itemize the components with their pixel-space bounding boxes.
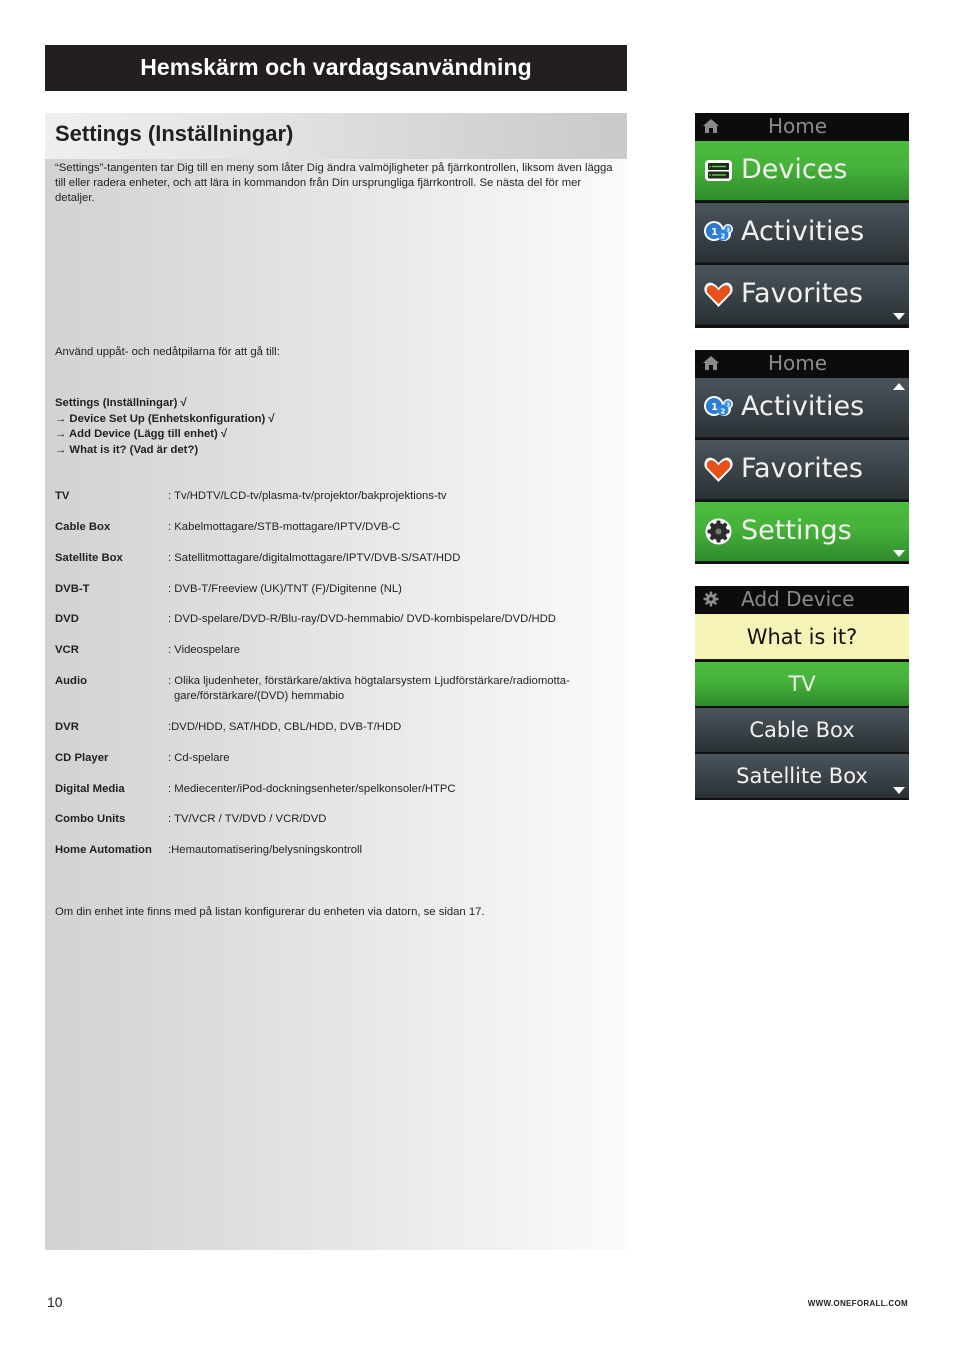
svg-text:2: 2	[721, 233, 726, 241]
svg-text:1: 1	[711, 402, 718, 413]
device-description: :DVD/HDD, SAT/HDD, CBL/HDD, DVB-T/HDD	[168, 721, 402, 733]
device-name: CD Player	[55, 752, 109, 764]
section-header: Settings (Inställningar)	[45, 113, 627, 159]
device-description: : TV/VCR / TV/DVD / VCR/DVD	[168, 813, 327, 825]
menu-item-activities[interactable]: 123 Activities	[695, 378, 909, 438]
gear-icon	[703, 591, 719, 607]
menu-path-step: → Add Device (Lägg till enhet) √	[55, 428, 228, 440]
remote-screen-home-devices: Home Devices 123 Activities Favorites	[695, 113, 909, 328]
device-name: Audio	[55, 675, 87, 687]
menu-path-step: → Device Set Up (Enhetskonfiguration) √	[55, 412, 275, 425]
section-title: Settings (Inställningar)	[55, 121, 294, 146]
activities-icon: 1 23	[704, 221, 733, 241]
device-name: Home Automation	[55, 844, 152, 856]
page-number: 10	[47, 1294, 63, 1310]
device-option-tv[interactable]: TV	[695, 662, 909, 706]
menu-item-favorites[interactable]: Favorites	[695, 440, 909, 500]
screen-title: Home	[768, 114, 828, 138]
menu-item-settings[interactable]: Settings	[695, 502, 909, 562]
menu-item-activities[interactable]: 123 Activities	[695, 203, 909, 263]
screen-header: Home	[695, 113, 909, 141]
footnote: Om din enhet inte finns med på listan ko…	[55, 906, 485, 918]
menu-item-label: Activities	[741, 216, 865, 247]
home-icon	[703, 119, 719, 133]
menu-item-label: Favorites	[741, 453, 863, 484]
scroll-up-arrow-icon[interactable]	[892, 382, 906, 391]
remote-screen-home-settings: Home 123 Activities Favorites Settings	[695, 350, 909, 564]
device-name: VCR	[55, 644, 79, 656]
device-name: DVR	[55, 721, 79, 733]
device-description: : Tv/HDTV/LCD-tv/plasma-tv/projektor/bak…	[168, 490, 447, 502]
scroll-down-arrow-icon[interactable]	[892, 786, 906, 795]
device-description: : DVD-spelare/DVD-R/Blu-ray/DVD-hemmabio…	[168, 613, 556, 625]
device-description: : Satellitmottagare/digitalmottagare/IPT…	[168, 552, 461, 564]
svg-text:3: 3	[727, 228, 731, 234]
chapter-title: Hemskärm och vardagsanvändning	[45, 45, 627, 91]
device-name: TV	[55, 490, 70, 502]
menu-item-devices[interactable]: Devices	[695, 141, 909, 201]
device-description-line: gare/förstärkare/(DVD) hemmabio	[174, 690, 345, 702]
device-description: : Kabelmottagare/STB-mottagare/IPTV/DVB-…	[168, 521, 401, 533]
website-url[interactable]: WWW.ONEFORALL.COM	[808, 1299, 908, 1308]
intro-paragraph: “Settings”-tangenten tar Dig till en men…	[55, 162, 613, 204]
screen-title: Home	[768, 351, 828, 375]
scroll-down-arrow-icon[interactable]	[892, 312, 906, 321]
heart-icon	[704, 282, 733, 307]
svg-text:1: 1	[711, 227, 718, 238]
device-description: : DVB-T/Freeview (UK)/TNT (F)/Digitenne …	[168, 583, 402, 595]
device-name: Combo Units	[55, 813, 126, 825]
remote-screen-add-device: Add Device What is it? TV Cable Box Sate…	[695, 586, 909, 800]
activities-icon: 1 23	[704, 396, 733, 416]
device-description: : Mediecenter/iPod-dockningsenheter/spel…	[168, 783, 456, 795]
device-option-label: Cable Box	[749, 718, 855, 742]
device-name: DVB-T	[55, 583, 90, 595]
home-icon	[703, 356, 719, 370]
svg-text:2: 2	[721, 408, 726, 416]
device-name: Digital Media	[55, 783, 125, 795]
device-description: : Videospelare	[168, 644, 241, 656]
device-description: : Cd-spelare	[168, 752, 230, 764]
menu-item-favorites[interactable]: Favorites	[695, 265, 909, 325]
menu-path-step: Settings (Inställningar) √	[55, 397, 187, 409]
menu-item-label: Favorites	[741, 278, 863, 309]
device-description: : Olika ljudenheter, förstärkare/aktiva …	[168, 674, 618, 704]
device-option-label: TV	[788, 672, 816, 696]
gear-icon	[705, 518, 732, 545]
prompt-what-is-it: What is it?	[695, 614, 909, 660]
menu-path: Settings (Inställningar) √ → Device Set …	[55, 396, 275, 458]
menu-item-label: Settings	[741, 515, 852, 546]
device-option-cable-box[interactable]: Cable Box	[695, 708, 909, 752]
device-name: DVD	[55, 613, 79, 625]
device-description-line: : Olika ljudenheter, förstärkare/aktiva …	[168, 675, 570, 687]
device-option-satellite-box[interactable]: Satellite Box	[695, 754, 909, 798]
menu-item-label: Activities	[741, 391, 865, 422]
navigation-instruction: Använd uppåt- och nedåtpilarna för att g…	[55, 346, 280, 358]
device-description: :Hemautomatisering/belysningskontroll	[168, 844, 363, 856]
device-name: Cable Box	[55, 521, 111, 533]
heart-icon	[704, 457, 733, 482]
device-option-label: Satellite Box	[736, 764, 868, 788]
scroll-down-arrow-icon[interactable]	[892, 549, 906, 558]
devices-icon	[705, 160, 732, 181]
menu-item-label: Devices	[741, 154, 848, 185]
menu-path-step: → What is it? (Vad är det?)	[55, 443, 199, 456]
screen-header: Home	[695, 350, 909, 378]
device-name: Satellite Box	[55, 552, 123, 564]
svg-text:3: 3	[727, 403, 731, 409]
screen-header: Add Device	[695, 586, 909, 614]
screen-title: Add Device	[741, 587, 855, 611]
